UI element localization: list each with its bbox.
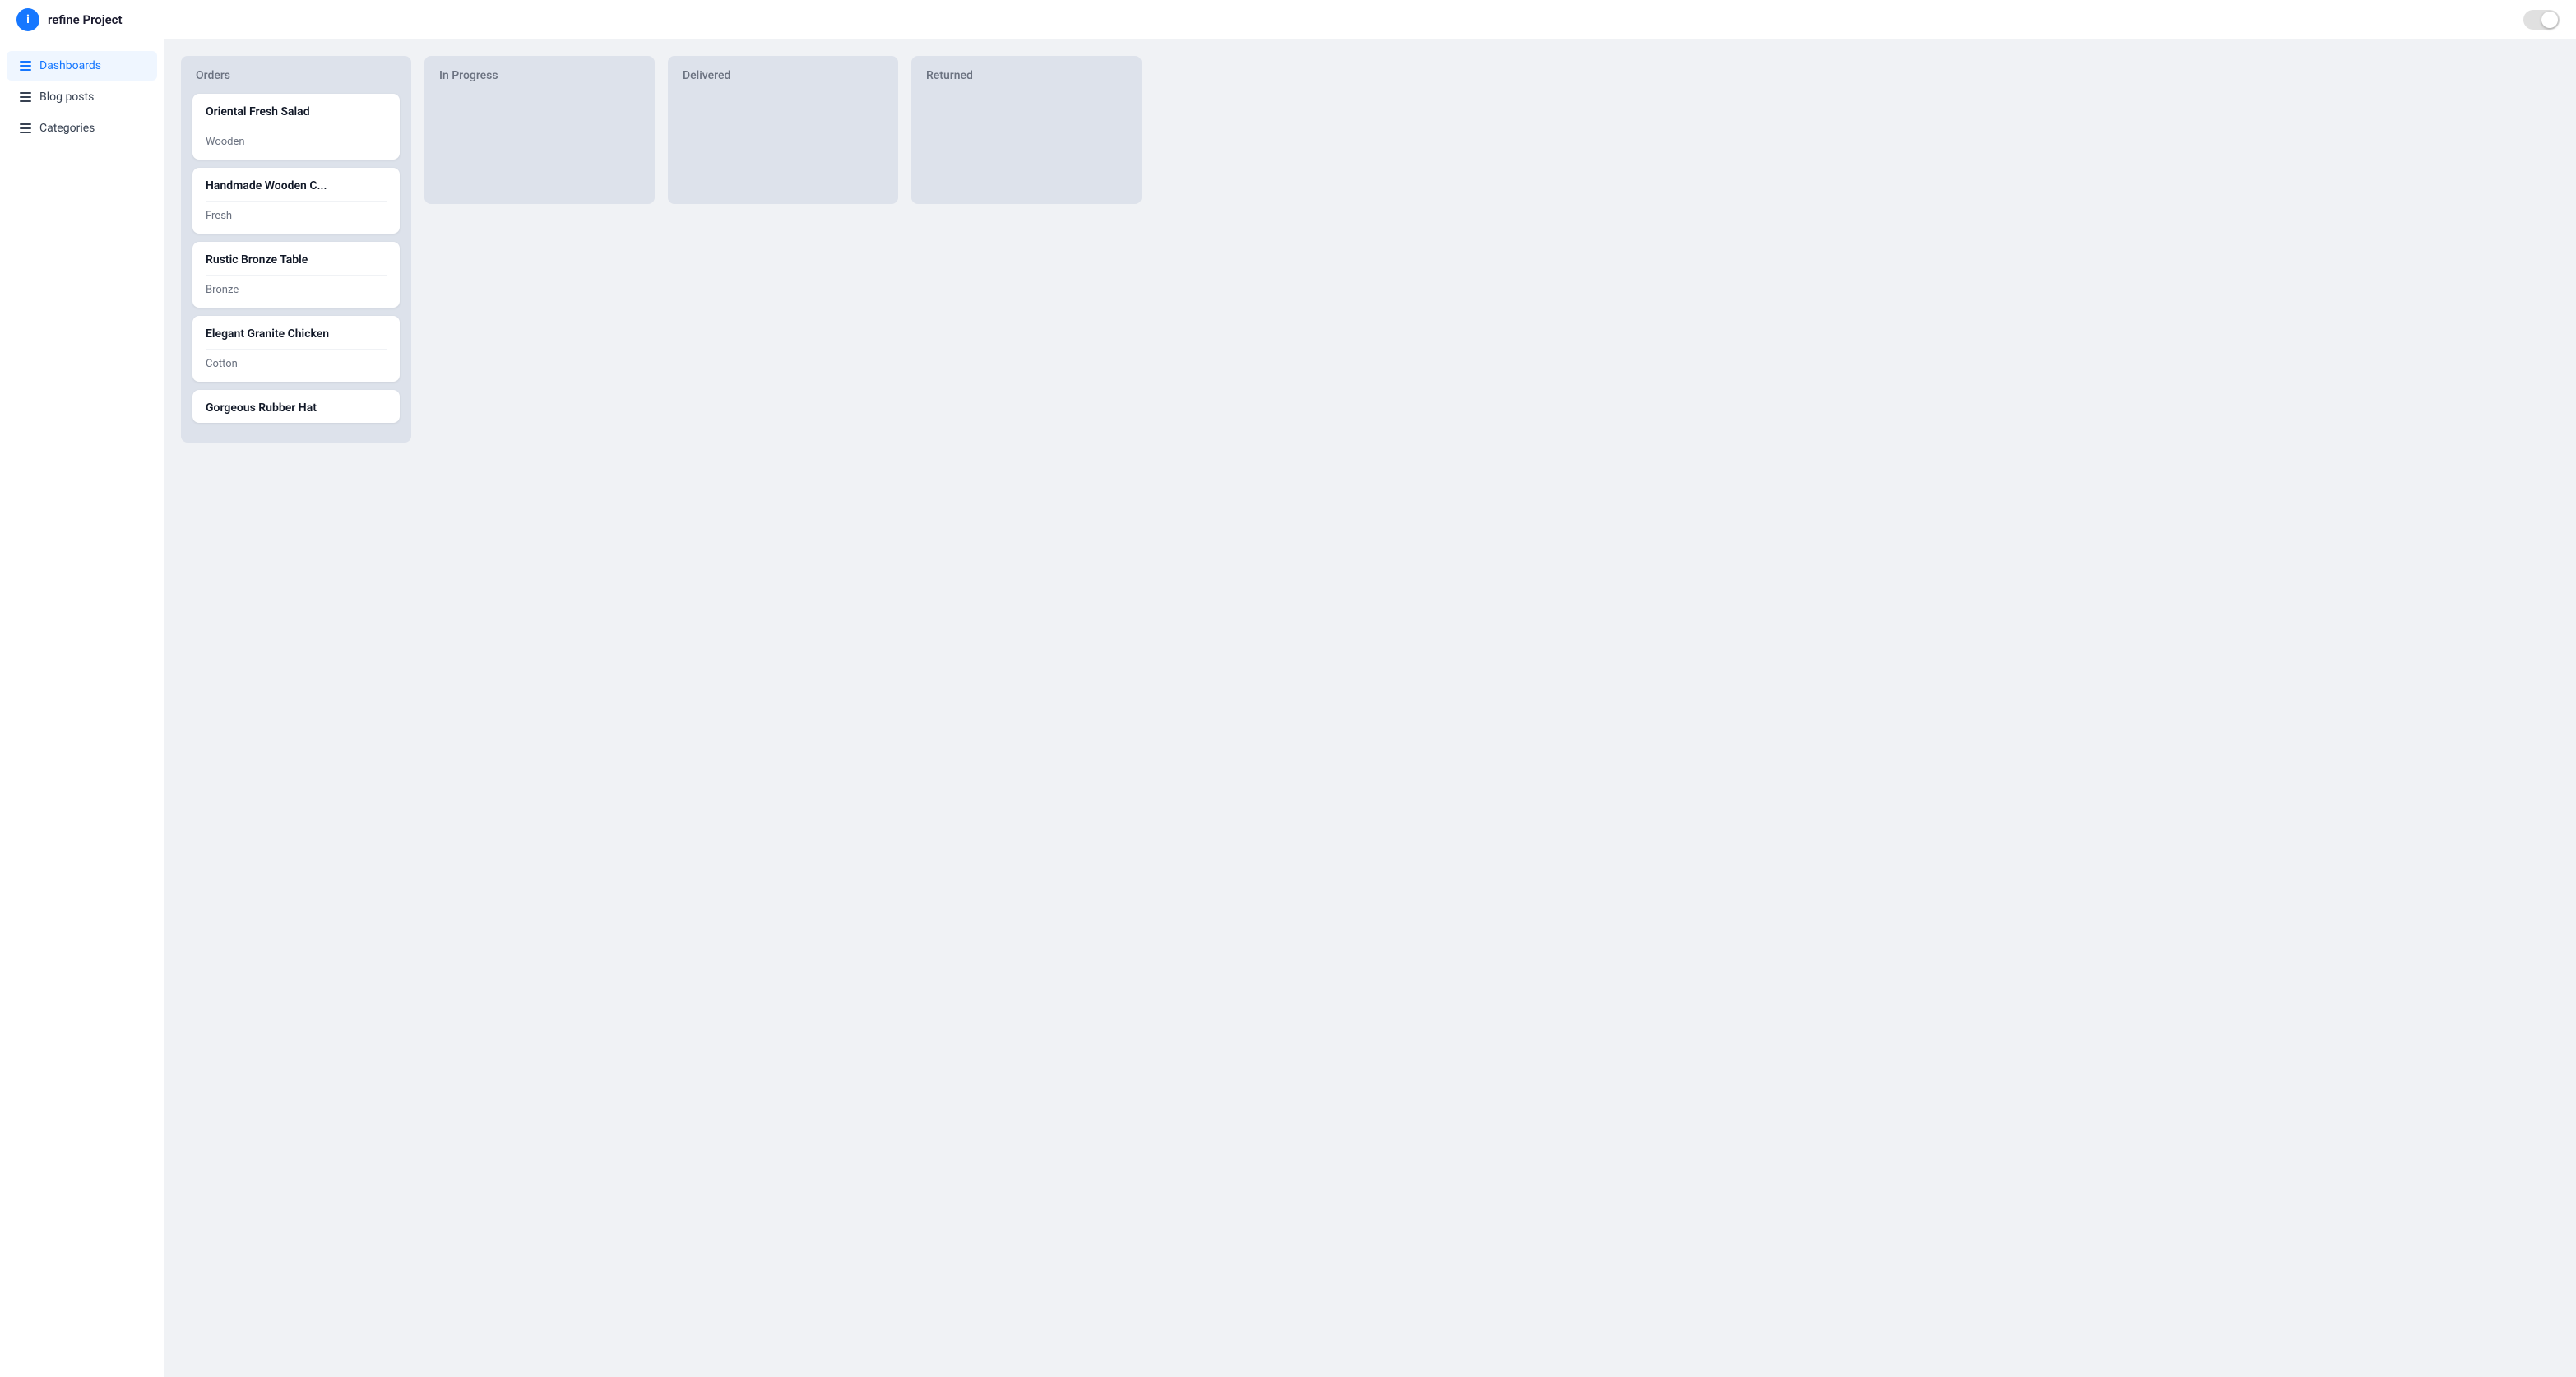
card-subtitle: Bronze [192, 276, 400, 308]
logo-icon: i [16, 8, 39, 31]
column-header-returned: Returned [923, 67, 1130, 84]
dashboards-icon [20, 61, 31, 71]
categories-icon [20, 123, 31, 133]
column-orders: Orders Oriental Fresh Salad Wooden Handm… [181, 56, 411, 443]
card-rustic-bronze-table[interactable]: Rustic Bronze Table Bronze [192, 242, 400, 308]
card-title: Gorgeous Rubber Hat [192, 390, 400, 423]
column-header-delivered: Delivered [679, 67, 887, 84]
in-progress-empty [436, 94, 643, 192]
theme-toggle[interactable] [2523, 10, 2560, 30]
blog-posts-icon [20, 92, 31, 102]
column-in-progress: In Progress [424, 56, 655, 204]
sidebar-item-dashboards[interactable]: Dashboards [7, 51, 157, 81]
returned-empty [923, 94, 1130, 192]
card-title: Elegant Granite Chicken [192, 316, 400, 349]
card-title: Rustic Bronze Table [192, 242, 400, 275]
main-layout: Dashboards Blog posts Categories Orders … [0, 39, 2576, 1377]
sidebar-label-categories: Categories [39, 122, 95, 135]
logo-initial: i [26, 13, 30, 26]
card-oriental-fresh-salad[interactable]: Oriental Fresh Salad Wooden [192, 94, 400, 160]
sidebar-label-dashboards: Dashboards [39, 59, 101, 72]
card-subtitle: Cotton [192, 350, 400, 382]
sidebar: Dashboards Blog posts Categories [0, 39, 164, 1377]
sidebar-item-blog-posts[interactable]: Blog posts [7, 82, 157, 112]
logo-area: i refine Project [16, 8, 123, 31]
card-handmade-wooden[interactable]: Handmade Wooden C... Fresh [192, 168, 400, 234]
app-header: i refine Project [0, 0, 2576, 39]
card-title: Oriental Fresh Salad [192, 94, 400, 127]
column-header-in-progress: In Progress [436, 67, 643, 84]
app-name: refine Project [48, 12, 123, 27]
kanban-board: Orders Oriental Fresh Salad Wooden Handm… [164, 39, 2576, 1377]
card-gorgeous-rubber-hat[interactable]: Gorgeous Rubber Hat [192, 390, 400, 423]
card-subtitle: Wooden [192, 128, 400, 160]
sidebar-item-categories[interactable]: Categories [7, 114, 157, 143]
column-delivered: Delivered [668, 56, 898, 204]
column-header-orders: Orders [192, 67, 400, 84]
card-subtitle: Fresh [192, 202, 400, 234]
card-title: Handmade Wooden C... [192, 168, 400, 201]
delivered-empty [679, 94, 887, 192]
sidebar-label-blog-posts: Blog posts [39, 90, 94, 104]
column-returned: Returned [911, 56, 1142, 204]
toggle-knob [2548, 16, 2555, 23]
card-elegant-granite-chicken[interactable]: Elegant Granite Chicken Cotton [192, 316, 400, 382]
